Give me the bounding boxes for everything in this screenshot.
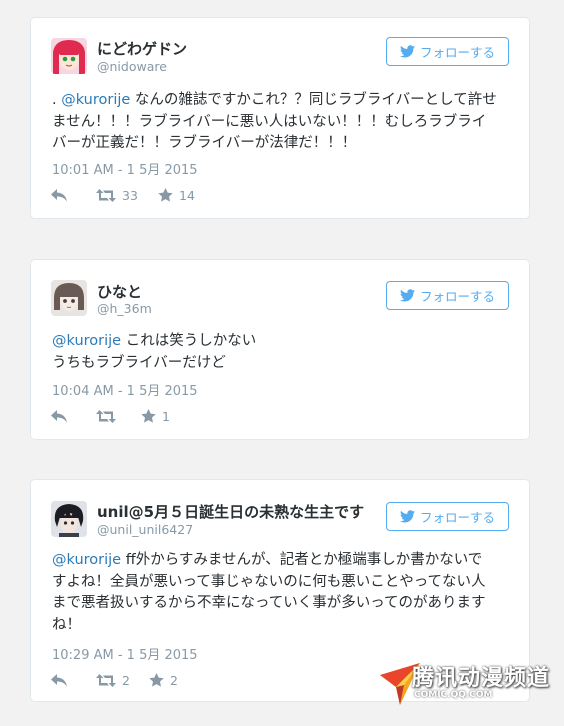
mention-link[interactable]: @kurorije [52, 552, 121, 568]
retweet-button[interactable]: 33 [96, 188, 158, 203]
display-name[interactable]: ひなと [97, 281, 142, 302]
avatar[interactable] [51, 38, 87, 74]
reply-icon [51, 188, 67, 201]
tweet-text-line: . @kurorije なんの雑誌ですかこれ？？同じラブライバーとして許せ [52, 92, 497, 108]
tweet-timestamp[interactable]: 10:01 AM - 1 5月 2015 [52, 159, 198, 178]
avatar[interactable] [51, 501, 87, 537]
user-handle[interactable]: @h_36m [97, 301, 152, 316]
tweet-text: . @kurorije なんの雑誌ですかこれ？？同じラブライバーとして許せ ませ… [52, 90, 522, 155]
reply-icon [51, 673, 67, 686]
tweet-timestamp[interactable]: 10:04 AM - 1 5月 2015 [52, 380, 198, 399]
tweet-text: @kurorije ff外からすみませんが、記者とか極端事しか書かないで すよね… [52, 550, 522, 636]
tweet-text-line: すよね！全員が悪いって事じゃないのに何も悪いことやってない人 [52, 573, 486, 590]
avatar[interactable] [51, 280, 87, 316]
retweet-icon [96, 409, 116, 423]
tencent-comic-watermark: 腾讯动漫频道 COMIC.QQ.COM [378, 659, 558, 711]
favorite-button[interactable]: 2 [149, 673, 178, 688]
mention-link[interactable]: @kurorije [61, 92, 130, 108]
follow-button[interactable]: フォローする [386, 281, 509, 310]
favorite-count: 2 [170, 672, 178, 688]
tweet-text-line: ね！ [52, 616, 81, 633]
retweet-icon [96, 188, 116, 202]
favorite-button[interactable]: 1 [141, 409, 170, 424]
tweet-actions: 33 14 [51, 186, 195, 204]
display-name[interactable]: unil@5月５日誕生日の未熟な生主です [97, 501, 364, 522]
favorite-count: 14 [179, 187, 195, 203]
reply-button[interactable] [51, 409, 96, 423]
favorite-button[interactable]: 14 [158, 188, 195, 203]
tweet-text-line: ません！！！ラブライバーに悪い人はいない！！！むしろラブライ [52, 113, 487, 130]
favorite-star-icon [149, 673, 164, 687]
twitter-bird-icon [399, 289, 415, 302]
retweet-count: 33 [122, 187, 138, 203]
tweet-actions: 2 2 [51, 671, 178, 689]
twitter-bird-icon [399, 510, 415, 523]
tweet-text-line: うちもラブライバーだけど [52, 354, 226, 371]
follow-button[interactable]: フォローする [386, 502, 509, 531]
tweet-text-line: まで悪者扱いするから不幸になっていく事が多いってのがあります [52, 595, 486, 611]
retweet-icon [96, 673, 116, 687]
follow-label: フォローする [419, 289, 495, 304]
favorite-star-icon [141, 409, 156, 423]
favorite-star-icon [158, 188, 173, 202]
watermark-title: 腾讯动漫频道 [412, 666, 551, 691]
user-handle[interactable]: @nidoware [97, 59, 167, 74]
retweet-count: 2 [122, 672, 130, 688]
tweet-text-line: @kurorije これは笑うしかない [52, 333, 257, 349]
tweet-timestamp[interactable]: 10:29 AM - 1 5月 2015 [52, 644, 198, 663]
follow-button[interactable]: フォローする [386, 37, 509, 66]
favorite-count: 1 [162, 408, 170, 424]
reply-icon [51, 409, 67, 422]
retweet-button[interactable] [96, 409, 141, 423]
tweet-text-line: バーが正義だ！！ラブライバーが法律だ！！！ [52, 135, 357, 151]
retweet-button[interactable]: 2 [96, 673, 149, 688]
follow-label: フォローする [419, 45, 495, 60]
user-handle[interactable]: @unil_unil6427 [97, 522, 193, 537]
follow-label: フォローする [419, 510, 495, 525]
tweet-card: ひなと @h_36m フォローする @kurorije これは笑うしかない うち… [30, 259, 530, 440]
twitter-bird-icon [399, 45, 415, 58]
reply-button[interactable] [51, 673, 96, 687]
tweet-actions: 1 [51, 407, 170, 425]
reply-button[interactable] [51, 188, 96, 202]
display-name[interactable]: にどわゲドン [97, 38, 187, 59]
mention-link[interactable]: @kurorije [52, 333, 121, 349]
watermark-subtitle: COMIC.QQ.COM [414, 690, 493, 700]
tweet-text: @kurorije これは笑うしかない うちもラブライバーだけど [52, 331, 522, 374]
tweet-text-line: @kurorije ff外からすみませんが、記者とか極端事しか書かないで [52, 552, 483, 568]
tweet-card: にどわゲドン @nidoware フォローする . @kurorije なんの雑… [30, 17, 530, 219]
